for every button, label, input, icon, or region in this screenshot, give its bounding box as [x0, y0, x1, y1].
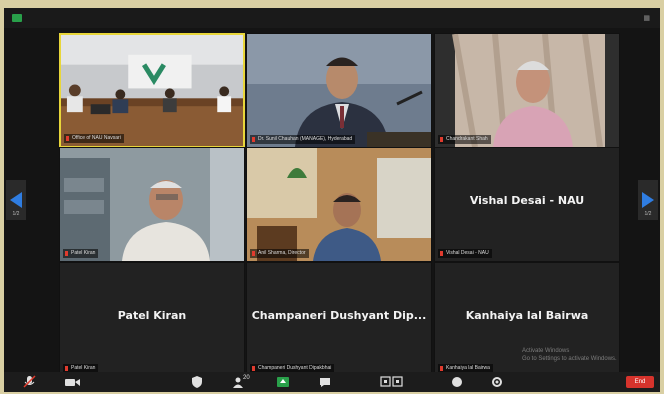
video-tile-manage-hyderabad[interactable]: Dr. Sunil Chauhan (MANAGE), Hyderabad [246, 33, 432, 148]
video-tile-patel-kiran-video[interactable]: Patel Kiran [59, 147, 245, 262]
mute-button[interactable] [22, 375, 38, 389]
next-page-label: 1/2 [644, 211, 652, 217]
video-tile-director[interactable]: Anil Sharma, Director [246, 147, 432, 262]
reactions-button[interactable] [450, 375, 464, 389]
record-button[interactable] [380, 375, 404, 389]
chat-button[interactable] [318, 375, 332, 389]
next-page-button[interactable]: 1/2 [638, 180, 658, 220]
arrow-right-icon [642, 192, 654, 208]
end-meeting-button[interactable]: End [626, 376, 654, 388]
participant-name-label: Vishal Desai - NAU [438, 249, 492, 258]
video-camera-icon [65, 379, 80, 386]
participant-name-label: Dr. Sunil Chauhan (MANAGE), Hyderabad [250, 135, 356, 144]
record-icon [380, 376, 403, 387]
participant-name-label: Chandrakant Shah [438, 135, 491, 144]
participant-tile-name: Patel Kiran [117, 309, 187, 322]
participant-video [247, 148, 431, 261]
share-screen-button[interactable] [276, 375, 290, 389]
zoom-window: ▦ 1/2 1/2 Office of NAU Navsari Dr. Suni… [4, 8, 660, 392]
prev-page-label: 1/2 [12, 211, 20, 217]
conference-room-video [61, 35, 243, 146]
watermark-line-2: Go to Settings to activate Windows. [522, 356, 617, 362]
video-tile-chandrakant-shah[interactable]: Chandrakant Shah [434, 33, 620, 148]
speaker-video [247, 34, 431, 147]
gear-icon [492, 377, 502, 387]
participants-button[interactable]: 20 [232, 375, 252, 389]
video-tile-patel-kiran[interactable]: Patel Kiran Patel Kiran [59, 262, 245, 377]
video-tile-champaneri-dushyant[interactable]: Champaneri Dushyant Dip... Champaneri Du… [246, 262, 432, 377]
participant-name-label: Patel Kiran [63, 249, 99, 258]
view-icon[interactable]: ▦ [643, 14, 650, 22]
share-screen-icon [277, 377, 289, 387]
meeting-toolbar: 20 End [4, 372, 660, 392]
participant-name-label: Anil Sharma, Director [250, 249, 309, 258]
shield-icon [192, 376, 202, 388]
chat-icon [320, 378, 330, 387]
security-button[interactable] [190, 375, 204, 389]
more-button[interactable] [490, 375, 504, 389]
arrow-left-icon [10, 192, 22, 208]
participant-tile-name: Kanhaiya lal Bairwa [465, 309, 589, 322]
participant-tile-name: Champaneri Dushyant Dip... [251, 309, 427, 322]
previous-page-button[interactable]: 1/2 [6, 180, 26, 220]
participant-name-label: Office of NAU Navsari [64, 134, 124, 143]
stop-video-button[interactable] [64, 375, 82, 389]
participant-tile-name: Vishal Desai - NAU [469, 194, 585, 207]
reactions-icon [452, 377, 462, 387]
watermark-line-1: Activate Windows [522, 348, 570, 354]
activate-windows-watermark: Activate Windows Go to Settings to activ… [522, 347, 617, 363]
video-tile-vishal-desai[interactable]: Vishal Desai - NAU Vishal Desai - NAU [434, 147, 620, 262]
video-tile-office-nau[interactable]: Office of NAU Navsari [59, 33, 245, 148]
participants-count: 20 [243, 375, 250, 381]
participant-video [435, 34, 619, 147]
title-bar: ▦ [4, 8, 660, 28]
microphone-icon [23, 375, 36, 388]
participant-video [60, 148, 244, 261]
meeting-info-icon[interactable] [12, 14, 22, 22]
